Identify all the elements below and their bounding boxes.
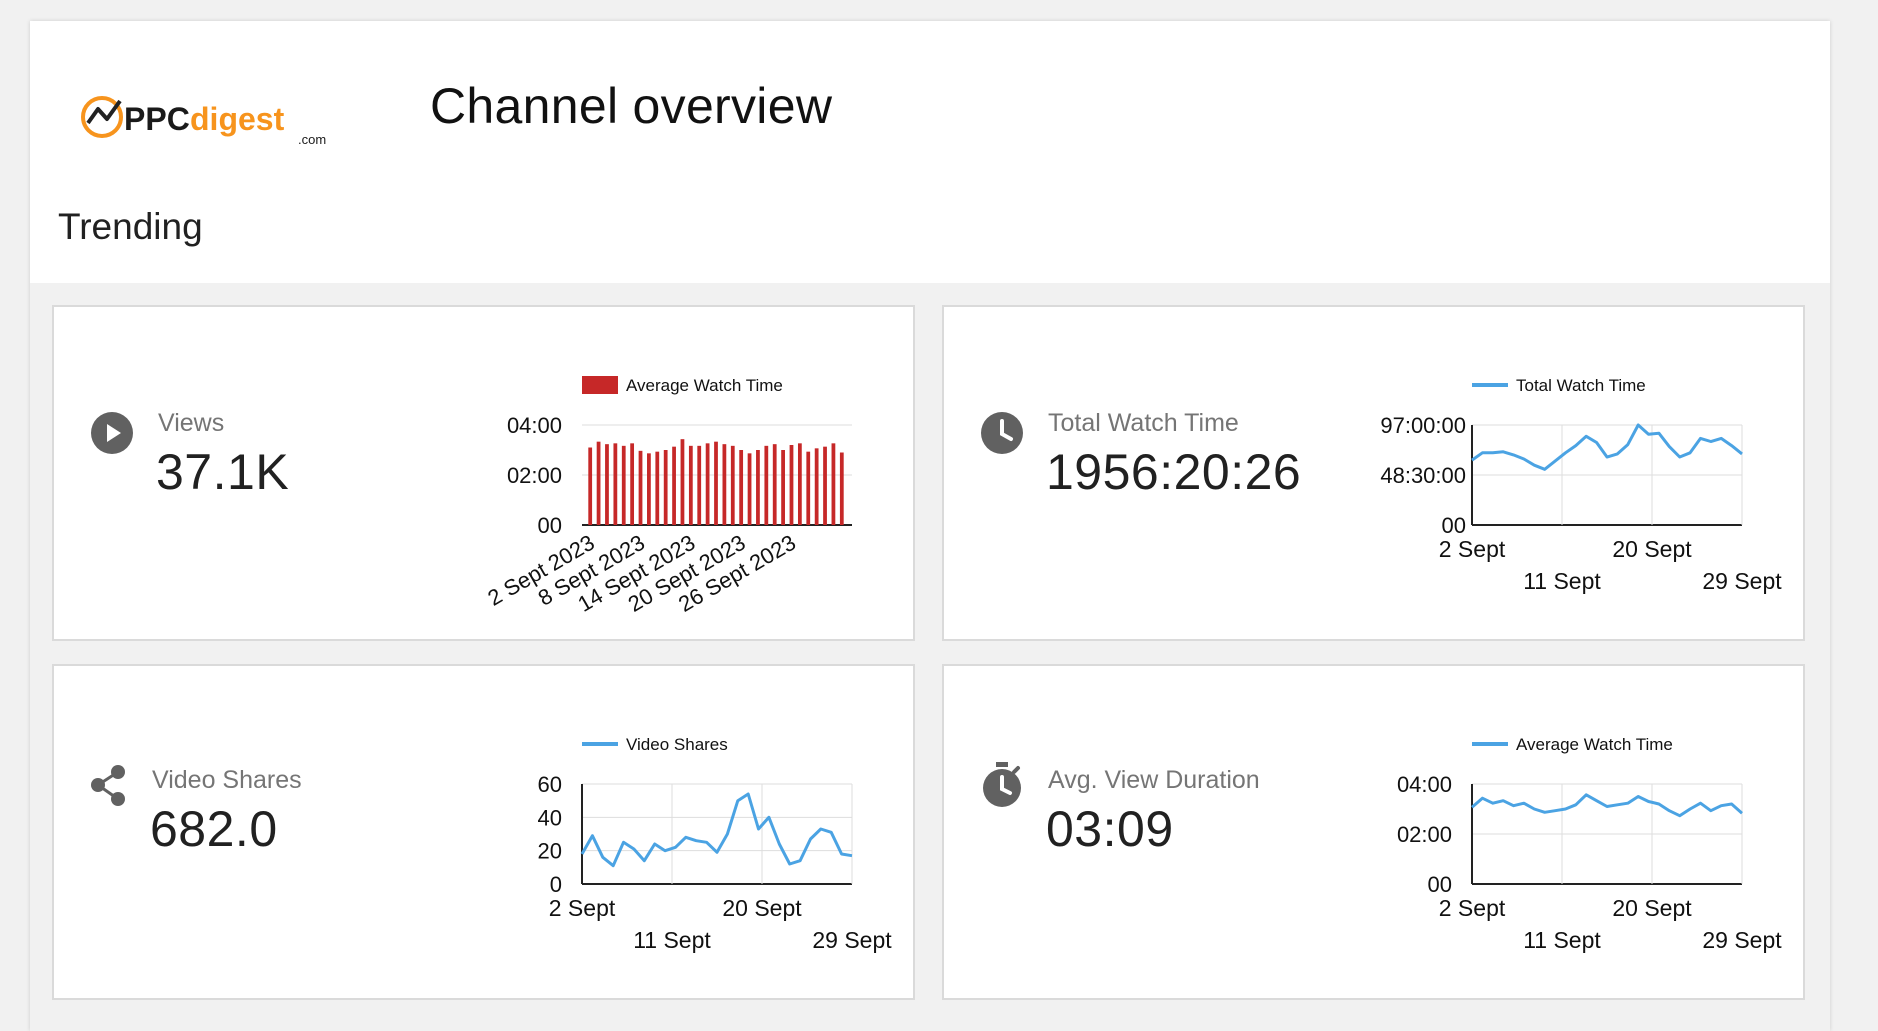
page-title: Channel overview: [430, 78, 833, 134]
bar: [806, 451, 811, 525]
series-line: [580, 792, 853, 868]
logo-text-ppc: PPC: [124, 101, 190, 137]
bar: [588, 447, 593, 525]
y-tick-label: 40: [538, 805, 562, 830]
x-tick-label: 29 Sept: [812, 927, 892, 953]
x-tick-label: 29 Sept: [1702, 927, 1782, 953]
views-card[interactable]: Views 37.1K Average Watch Time 04:00 02:00…: [52, 305, 915, 641]
bar: [814, 448, 819, 525]
bar: [747, 453, 752, 525]
x-tick-label: 20 Sept: [722, 895, 802, 921]
bar: [621, 445, 626, 525]
y-tick-label: 48:30:00: [1380, 463, 1466, 488]
y-tick-label: 97:00:00: [1380, 413, 1466, 438]
bar: [630, 443, 635, 525]
x-tick-label: 20 Sept: [1612, 536, 1692, 562]
bar: [839, 452, 844, 525]
y-tick-label: 04:00: [1397, 772, 1452, 797]
bar: [730, 445, 735, 525]
bar: [714, 441, 718, 525]
y-tick-label: 00: [538, 513, 562, 538]
legend-label: Average Watch Time: [626, 376, 783, 395]
bar: [764, 445, 769, 525]
y-tick-label: 00: [1428, 872, 1452, 897]
x-tick-label: 20 Sept: [1612, 895, 1692, 921]
header: PPC digest .com Channel overview Trendin…: [30, 21, 1830, 283]
legend-label: Total Watch Time: [1516, 376, 1646, 395]
bar: [638, 450, 643, 525]
logo-text-digest: digest: [190, 101, 285, 137]
x-tick-label: 2 Sept: [1439, 895, 1506, 921]
bar: [789, 445, 794, 525]
y-tick-label: 0: [550, 872, 562, 897]
bar: [613, 443, 618, 525]
legend-swatch: [582, 376, 618, 394]
bar: [831, 443, 836, 525]
total-watch-time-line-chart: Total Watch Time 97:00:00 48:30:00 002 Sept…: [1380, 376, 1782, 594]
bar: [605, 444, 609, 525]
y-tick-label: 02:00: [507, 463, 562, 488]
bar: [672, 446, 676, 525]
bar: [663, 450, 668, 525]
bar: [697, 445, 702, 525]
bar: [739, 450, 744, 525]
bar: [655, 451, 660, 525]
legend-label: Video Shares: [626, 735, 728, 754]
series-line: [1471, 793, 1743, 818]
bar: [823, 446, 827, 525]
y-tick-label: 02:00: [1397, 822, 1452, 847]
total-watch-time-card[interactable]: Total Watch Time 1956:20:26 Total Watch …: [942, 305, 1805, 641]
y-tick-label: 60: [538, 772, 562, 797]
avg-view-duration-card[interactable]: Avg. View Duration 03:09 Average Watch T…: [942, 664, 1805, 1000]
bar: [596, 441, 601, 525]
x-tick-label: 11 Sept: [633, 927, 711, 953]
avg-view-duration-line-chart: Average Watch Time 04:00 02:00 002 Sept 11 S…: [1397, 735, 1782, 953]
bar: [781, 450, 785, 525]
logo-text-com: .com: [298, 132, 326, 147]
average-watch-time-bar-chart: Average Watch Time04:0002:00002 Sept 202…: [483, 376, 852, 617]
ppcdigest-logo: PPC digest .com: [80, 73, 330, 163]
x-tick-label: 2 Sept: [549, 895, 616, 921]
y-tick-label: 00: [1442, 513, 1466, 538]
dashboard-page: PPC digest .com Channel overview Trendin…: [30, 21, 1830, 1031]
y-tick-label: 20: [538, 839, 562, 864]
bar: [722, 444, 727, 525]
section-title: Trending: [58, 206, 203, 247]
x-tick-label: 11 Sept: [1523, 927, 1601, 953]
x-tick-label: 11 Sept: [1523, 568, 1601, 594]
bar: [772, 444, 777, 525]
x-tick-label: 2 Sept: [1439, 536, 1506, 562]
video-shares-card[interactable]: Video Shares 682.0 Video Shares 60 40 20 0 2 …: [52, 664, 915, 1000]
series-line: [1471, 423, 1743, 471]
bar: [797, 443, 802, 525]
bar: [688, 445, 693, 525]
bar: [756, 450, 760, 525]
video-shares-line-chart: Video Shares 60 40 20 02 Sept 11 Sept 20 Sept 2…: [538, 735, 893, 953]
x-tick-label: 29 Sept: [1702, 568, 1782, 594]
bar: [705, 443, 710, 525]
legend-label: Average Watch Time: [1516, 735, 1673, 754]
y-tick-label: 04:00: [507, 413, 562, 438]
bar: [647, 453, 651, 525]
logo-mark-icon: [81, 96, 123, 138]
bar: [680, 439, 685, 525]
